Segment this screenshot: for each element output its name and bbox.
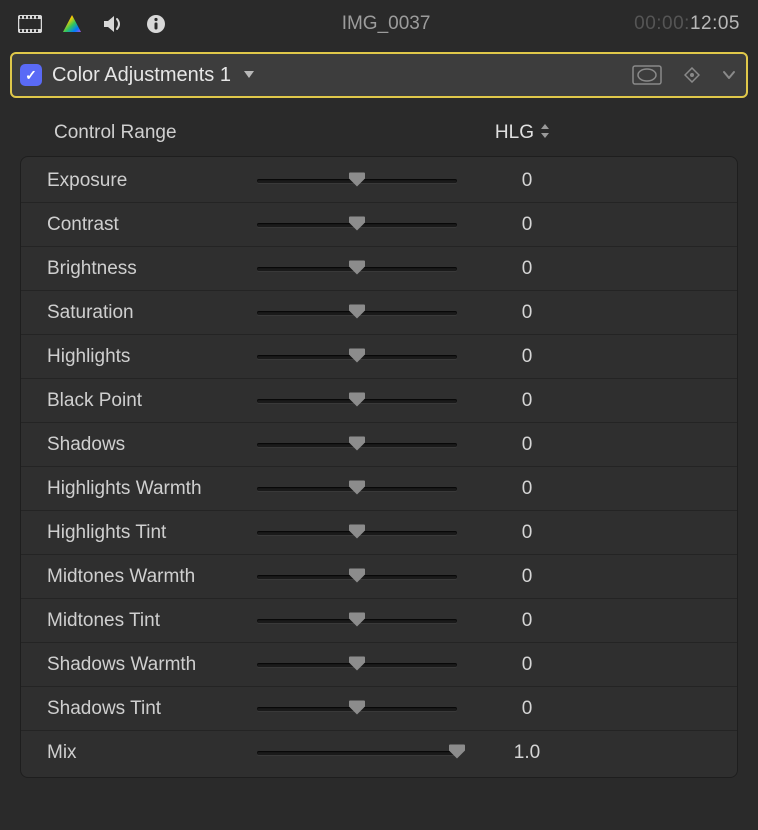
slider-track <box>257 487 457 491</box>
param-value[interactable]: 0 <box>457 522 597 544</box>
slider-track <box>257 663 457 667</box>
effect-title[interactable]: Color Adjustments 1 <box>52 64 231 87</box>
param-value[interactable]: 1.0 <box>457 742 597 764</box>
effect-header[interactable]: ✓ Color Adjustments 1 <box>10 52 748 98</box>
param-label: Highlights Tint <box>47 522 257 544</box>
effect-header-controls <box>632 65 736 85</box>
slider-track <box>257 707 457 711</box>
slider-track <box>257 179 457 183</box>
param-label: Brightness <box>47 258 257 280</box>
keyframe-icon[interactable] <box>684 67 700 83</box>
check-icon: ✓ <box>25 67 37 84</box>
param-slider[interactable] <box>257 611 457 631</box>
param-row: Black Point 0 <box>21 379 737 423</box>
sort-icon <box>540 122 552 144</box>
param-slider[interactable] <box>257 259 457 279</box>
slider-track <box>257 311 457 315</box>
chevron-down-icon[interactable] <box>722 70 736 80</box>
param-label: Black Point <box>47 390 257 412</box>
param-value[interactable]: 0 <box>457 478 597 500</box>
param-row: Highlights 0 <box>21 335 737 379</box>
param-slider[interactable] <box>257 567 457 587</box>
control-range-row: Control Range HLG <box>20 112 738 154</box>
control-range-label: Control Range <box>54 122 177 144</box>
param-value[interactable]: 0 <box>457 610 597 632</box>
param-value[interactable]: 0 <box>457 214 597 236</box>
param-label: Shadows <box>47 434 257 456</box>
chevron-down-icon[interactable] <box>243 68 255 82</box>
param-row: Highlights Tint 0 <box>21 511 737 555</box>
param-row: Midtones Tint 0 <box>21 599 737 643</box>
clip-title: IMG_0037 <box>138 13 634 35</box>
slider-track <box>257 531 457 535</box>
param-row: Saturation 0 <box>21 291 737 335</box>
param-row: Highlights Warmth 0 <box>21 467 737 511</box>
param-slider[interactable] <box>257 215 457 235</box>
slider-track <box>257 575 457 579</box>
param-row: Shadows Tint 0 <box>21 687 737 731</box>
mask-icon[interactable] <box>632 65 662 85</box>
param-row: Mix 1.0 <box>21 731 737 775</box>
params-group: Exposure 0 Contrast 0 Brightness 0 Saturation 0… <box>20 156 738 778</box>
param-value[interactable]: 0 <box>457 566 597 588</box>
param-slider[interactable] <box>257 743 457 763</box>
control-range-select[interactable]: HLG <box>495 122 552 144</box>
audio-icon[interactable] <box>102 14 126 34</box>
param-row: Exposure 0 <box>21 159 737 203</box>
param-slider[interactable] <box>257 391 457 411</box>
param-row: Brightness 0 <box>21 247 737 291</box>
effect-enable-checkbox[interactable]: ✓ <box>20 64 42 86</box>
param-row: Shadows Warmth 0 <box>21 643 737 687</box>
slider-track <box>257 355 457 359</box>
param-label: Midtones Tint <box>47 610 257 632</box>
timecode-active: 12:05 <box>690 13 740 34</box>
slider-track <box>257 223 457 227</box>
param-row: Shadows 0 <box>21 423 737 467</box>
inspector-body: Control Range HLG Exposure0Contrast0Brig… <box>0 108 758 778</box>
param-value[interactable]: 0 <box>457 170 597 192</box>
param-label: Shadows Warmth <box>47 654 257 676</box>
param-slider[interactable] <box>257 171 457 191</box>
param-label: Saturation <box>47 302 257 324</box>
param-row: Contrast 0 <box>21 203 737 247</box>
param-slider[interactable] <box>257 347 457 367</box>
video-icon[interactable] <box>18 14 42 34</box>
timecode-dim: 00:00: <box>634 13 690 34</box>
slider-track <box>257 399 457 403</box>
slider-track <box>257 267 457 271</box>
param-label: Highlights Warmth <box>47 478 257 500</box>
color-icon[interactable] <box>60 14 84 34</box>
param-value[interactable]: 0 <box>457 654 597 676</box>
param-value[interactable]: 0 <box>457 258 597 280</box>
param-value[interactable]: 0 <box>457 434 597 456</box>
param-value[interactable]: 0 <box>457 346 597 368</box>
param-slider[interactable] <box>257 435 457 455</box>
param-slider[interactable] <box>257 479 457 499</box>
slider-track <box>257 751 457 755</box>
param-slider[interactable] <box>257 303 457 323</box>
param-value[interactable]: 0 <box>457 390 597 412</box>
slider-track <box>257 443 457 447</box>
param-label: Contrast <box>47 214 257 236</box>
param-label: Midtones Warmth <box>47 566 257 588</box>
param-value[interactable]: 0 <box>457 698 597 720</box>
param-label: Highlights <box>47 346 257 368</box>
param-label: Shadows Tint <box>47 698 257 720</box>
param-slider[interactable] <box>257 699 457 719</box>
timecode: 00:00:12:05 <box>634 13 740 35</box>
inspector-toolbar: IMG_0037 00:00:12:05 <box>0 0 758 48</box>
param-slider[interactable] <box>257 523 457 543</box>
param-label: Mix <box>47 742 257 764</box>
control-range-value: HLG <box>495 122 534 144</box>
slider-track <box>257 619 457 623</box>
param-slider[interactable] <box>257 655 457 675</box>
param-row: Midtones Warmth 0 <box>21 555 737 599</box>
param-value[interactable]: 0 <box>457 302 597 324</box>
param-label: Exposure <box>47 170 257 192</box>
